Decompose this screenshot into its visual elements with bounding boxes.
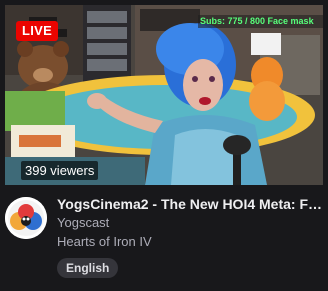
live-badge: LIVE [16,21,59,41]
tag-english[interactable]: English [57,258,119,278]
yogscast-logo-icon [5,197,47,239]
stream-thumbnail[interactable]: LIVE Subs: 775 / 800 Face mask 399 viewe… [5,5,323,185]
viewer-count: 399 viewers [21,161,99,180]
sub-goal-overlay: Subs: 775 / 800 Face mask [198,15,323,28]
channel-avatar[interactable] [5,197,47,239]
category-link[interactable]: Hearts of Iron IV [57,233,152,250]
channel-name-link[interactable]: Yogscast [57,214,109,231]
stream-card[interactable]: LIVE Subs: 775 / 800 Face mask 399 viewe… [0,0,328,291]
stream-title-link[interactable]: YogsCinema2 - The New HOI4 Meta: Faction… [57,195,323,213]
